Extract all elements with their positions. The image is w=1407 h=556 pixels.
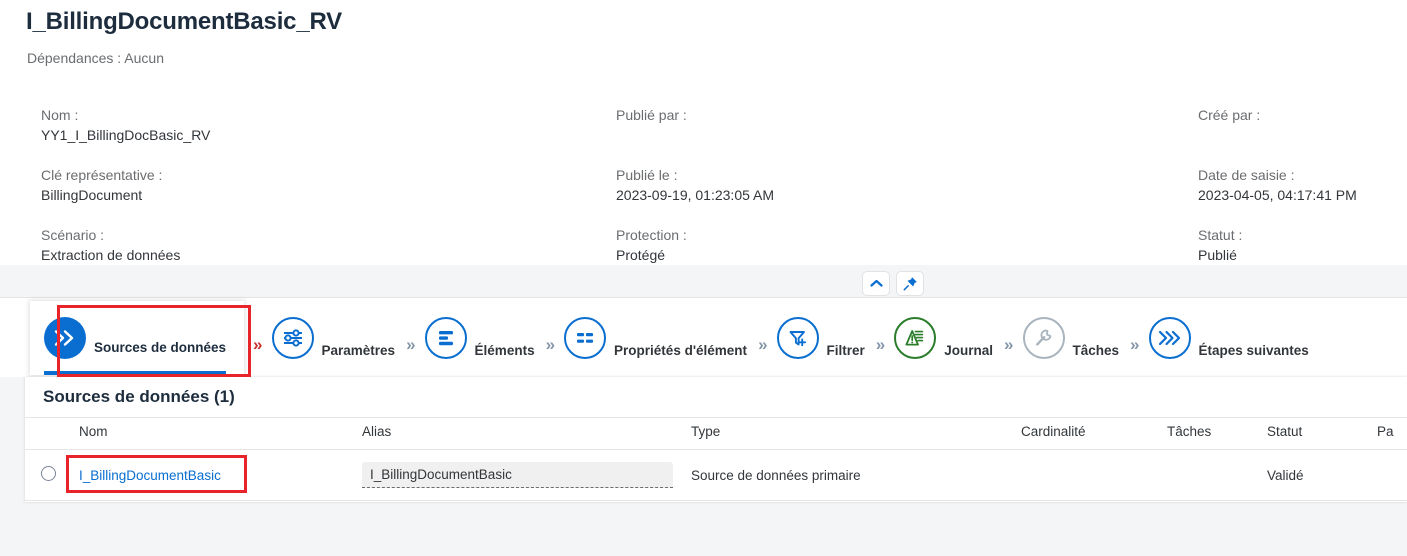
wizard-step-etapes-suivantes[interactable]: Étapes suivantes bbox=[1145, 298, 1313, 378]
table-body: I_BillingDocumentBasic Source de données… bbox=[25, 449, 1407, 501]
column-header-parametres[interactable]: Pa bbox=[1377, 417, 1407, 450]
table-title: Sources de données (1) bbox=[43, 387, 235, 406]
row-radio-button[interactable] bbox=[41, 466, 56, 481]
collapse-header-button[interactable] bbox=[862, 271, 890, 296]
cell-nom: I_BillingDocumentBasic bbox=[79, 449, 362, 501]
table-header: Nom Alias Type Cardinalité Tâches Statut… bbox=[25, 417, 1407, 450]
page-root: I_BillingDocumentBasic_RV Dépendances : … bbox=[0, 0, 1407, 556]
wizard-step-label: Journal bbox=[944, 342, 994, 358]
header-column-2: Publié par : Publié le : 2023-09-19, 01:… bbox=[616, 105, 774, 285]
dependencies-text: Dépendances : Aucun bbox=[27, 50, 164, 66]
cell-cardinalite bbox=[1021, 449, 1167, 501]
field-value: 2023-09-19, 01:23:05 AM bbox=[616, 187, 775, 203]
field-label: Publié par : bbox=[616, 107, 687, 123]
column-header-statut[interactable]: Statut bbox=[1267, 417, 1377, 450]
field-publie-par: Publié par : bbox=[616, 105, 774, 146]
cell-alias bbox=[362, 449, 691, 501]
wizard-step-label: Tâches bbox=[1072, 342, 1120, 358]
double-chevron-right-icon bbox=[44, 316, 86, 359]
wizard-step-filtrer[interactable]: Filtrer bbox=[773, 298, 869, 378]
wizard-step-label: Étapes suivantes bbox=[1198, 342, 1309, 358]
wizard-step-proprietes-delement[interactable]: Propriétés d'élément bbox=[560, 298, 751, 378]
wizard-step-taches[interactable]: Tâches bbox=[1019, 298, 1124, 378]
wizard-step-elements[interactable]: Éléments bbox=[421, 298, 539, 378]
wizard-separator: » bbox=[758, 335, 768, 354]
column-header-select bbox=[25, 417, 79, 450]
cell-type: Source de données primaire bbox=[691, 449, 1021, 501]
field-value bbox=[616, 125, 774, 146]
wizard-step-label: Éléments bbox=[474, 342, 535, 358]
wizard-separator: » bbox=[406, 335, 416, 354]
object-header: I_BillingDocumentBasic_RV Dépendances : … bbox=[0, 0, 1407, 265]
field-label: Créé par : bbox=[1198, 107, 1261, 123]
filter-add-icon bbox=[776, 316, 819, 359]
header-column-3: Créé par : Date de saisie : 2023-04-05, … bbox=[1198, 105, 1357, 285]
wizard-step-label: Filtrer bbox=[826, 342, 865, 358]
cell-taches bbox=[1167, 449, 1267, 501]
column-header-type[interactable]: Type bbox=[691, 417, 1021, 450]
data-source-link[interactable]: I_BillingDocumentBasic bbox=[79, 468, 221, 483]
header-column-1: Nom : YY1_I_BillingDocBasic_RV Clé repré… bbox=[41, 105, 210, 285]
field-label: Scénario : bbox=[41, 227, 105, 243]
column-header-alias[interactable]: Alias bbox=[362, 417, 691, 450]
column-header-cardinalite[interactable]: Cardinalité bbox=[1021, 417, 1167, 450]
chevron-up-icon bbox=[869, 279, 883, 287]
header-action-buttons bbox=[862, 271, 924, 296]
field-label: Protection : bbox=[616, 227, 687, 243]
field-publie-le: Publié le : 2023-09-19, 01:23:05 AM bbox=[616, 165, 774, 206]
data-sources-panel: Sources de données (1) Nom Alias Type Ca… bbox=[25, 377, 1407, 502]
wizard-step-bar: Sources de données » Paramètres » Élémen… bbox=[0, 297, 1407, 377]
cell-statut: Validé bbox=[1267, 449, 1377, 501]
wizard-step-parametres[interactable]: Paramètres bbox=[268, 298, 400, 378]
column-header-nom[interactable]: Nom bbox=[79, 417, 362, 450]
row-select-cell[interactable] bbox=[25, 449, 79, 501]
wizard-separator: » bbox=[875, 335, 886, 354]
field-label: Statut : bbox=[1198, 227, 1243, 243]
wizard-separator: » bbox=[545, 335, 556, 354]
field-scenario: Scénario : Extraction de données bbox=[41, 225, 210, 266]
pin-header-button[interactable] bbox=[896, 271, 924, 296]
field-value: Publié bbox=[1198, 247, 1237, 263]
field-value bbox=[1198, 125, 1357, 146]
list-bars-icon bbox=[424, 316, 467, 359]
data-sources-table: Nom Alias Type Cardinalité Tâches Statut… bbox=[25, 417, 1407, 501]
field-value: YY1_I_BillingDocBasic_RV bbox=[41, 127, 211, 143]
wizard-step-sources-de-donnees[interactable]: Sources de données bbox=[30, 300, 245, 375]
field-label: Publié le : bbox=[616, 167, 678, 183]
field-cree-par: Créé par : bbox=[1198, 105, 1357, 146]
wrench-icon bbox=[1022, 316, 1065, 359]
field-value: Extraction de données bbox=[41, 247, 181, 263]
field-label: Date de saisie : bbox=[1198, 167, 1295, 183]
field-cle-representative: Clé représentative : BillingDocument bbox=[41, 165, 210, 206]
sliders-icon bbox=[271, 316, 314, 359]
wizard-step-label: Paramètres bbox=[321, 342, 396, 358]
column-header-taches[interactable]: Tâches bbox=[1167, 417, 1267, 450]
field-statut: Statut : Publié bbox=[1198, 225, 1357, 266]
field-nom: Nom : YY1_I_BillingDocBasic_RV bbox=[41, 105, 210, 146]
field-protection: Protection : Protégé bbox=[616, 225, 774, 266]
wizard-separator: » bbox=[1004, 335, 1014, 354]
table-rows-icon bbox=[564, 316, 607, 359]
wizard-separator: » bbox=[1130, 335, 1140, 354]
wizard-separator: » bbox=[253, 335, 263, 354]
triple-chevron-right-icon bbox=[1148, 316, 1191, 359]
field-value: 2023-04-05, 04:17:41 PM bbox=[1198, 187, 1357, 203]
pin-icon bbox=[903, 277, 917, 291]
field-value: BillingDocument bbox=[41, 187, 143, 203]
field-label: Nom : bbox=[41, 107, 79, 123]
alias-input[interactable] bbox=[362, 462, 673, 488]
page-title: I_BillingDocumentBasic_RV bbox=[26, 8, 342, 35]
table-header-row: Nom Alias Type Cardinalité Tâches Statut… bbox=[25, 417, 1407, 450]
field-date-de-saisie: Date de saisie : 2023-04-05, 04:17:41 PM bbox=[1198, 165, 1357, 206]
wizard-step-label: Propriétés d'élément bbox=[614, 342, 748, 358]
field-value: Protégé bbox=[616, 247, 666, 263]
log-warning-icon bbox=[894, 316, 937, 359]
table-row[interactable]: I_BillingDocumentBasic Source de données… bbox=[25, 449, 1407, 501]
wizard-step-label: Sources de données bbox=[94, 339, 227, 355]
wizard-step-journal[interactable]: Journal bbox=[890, 298, 997, 378]
field-label: Clé représentative : bbox=[41, 167, 163, 183]
cell-parametres bbox=[1377, 449, 1407, 501]
